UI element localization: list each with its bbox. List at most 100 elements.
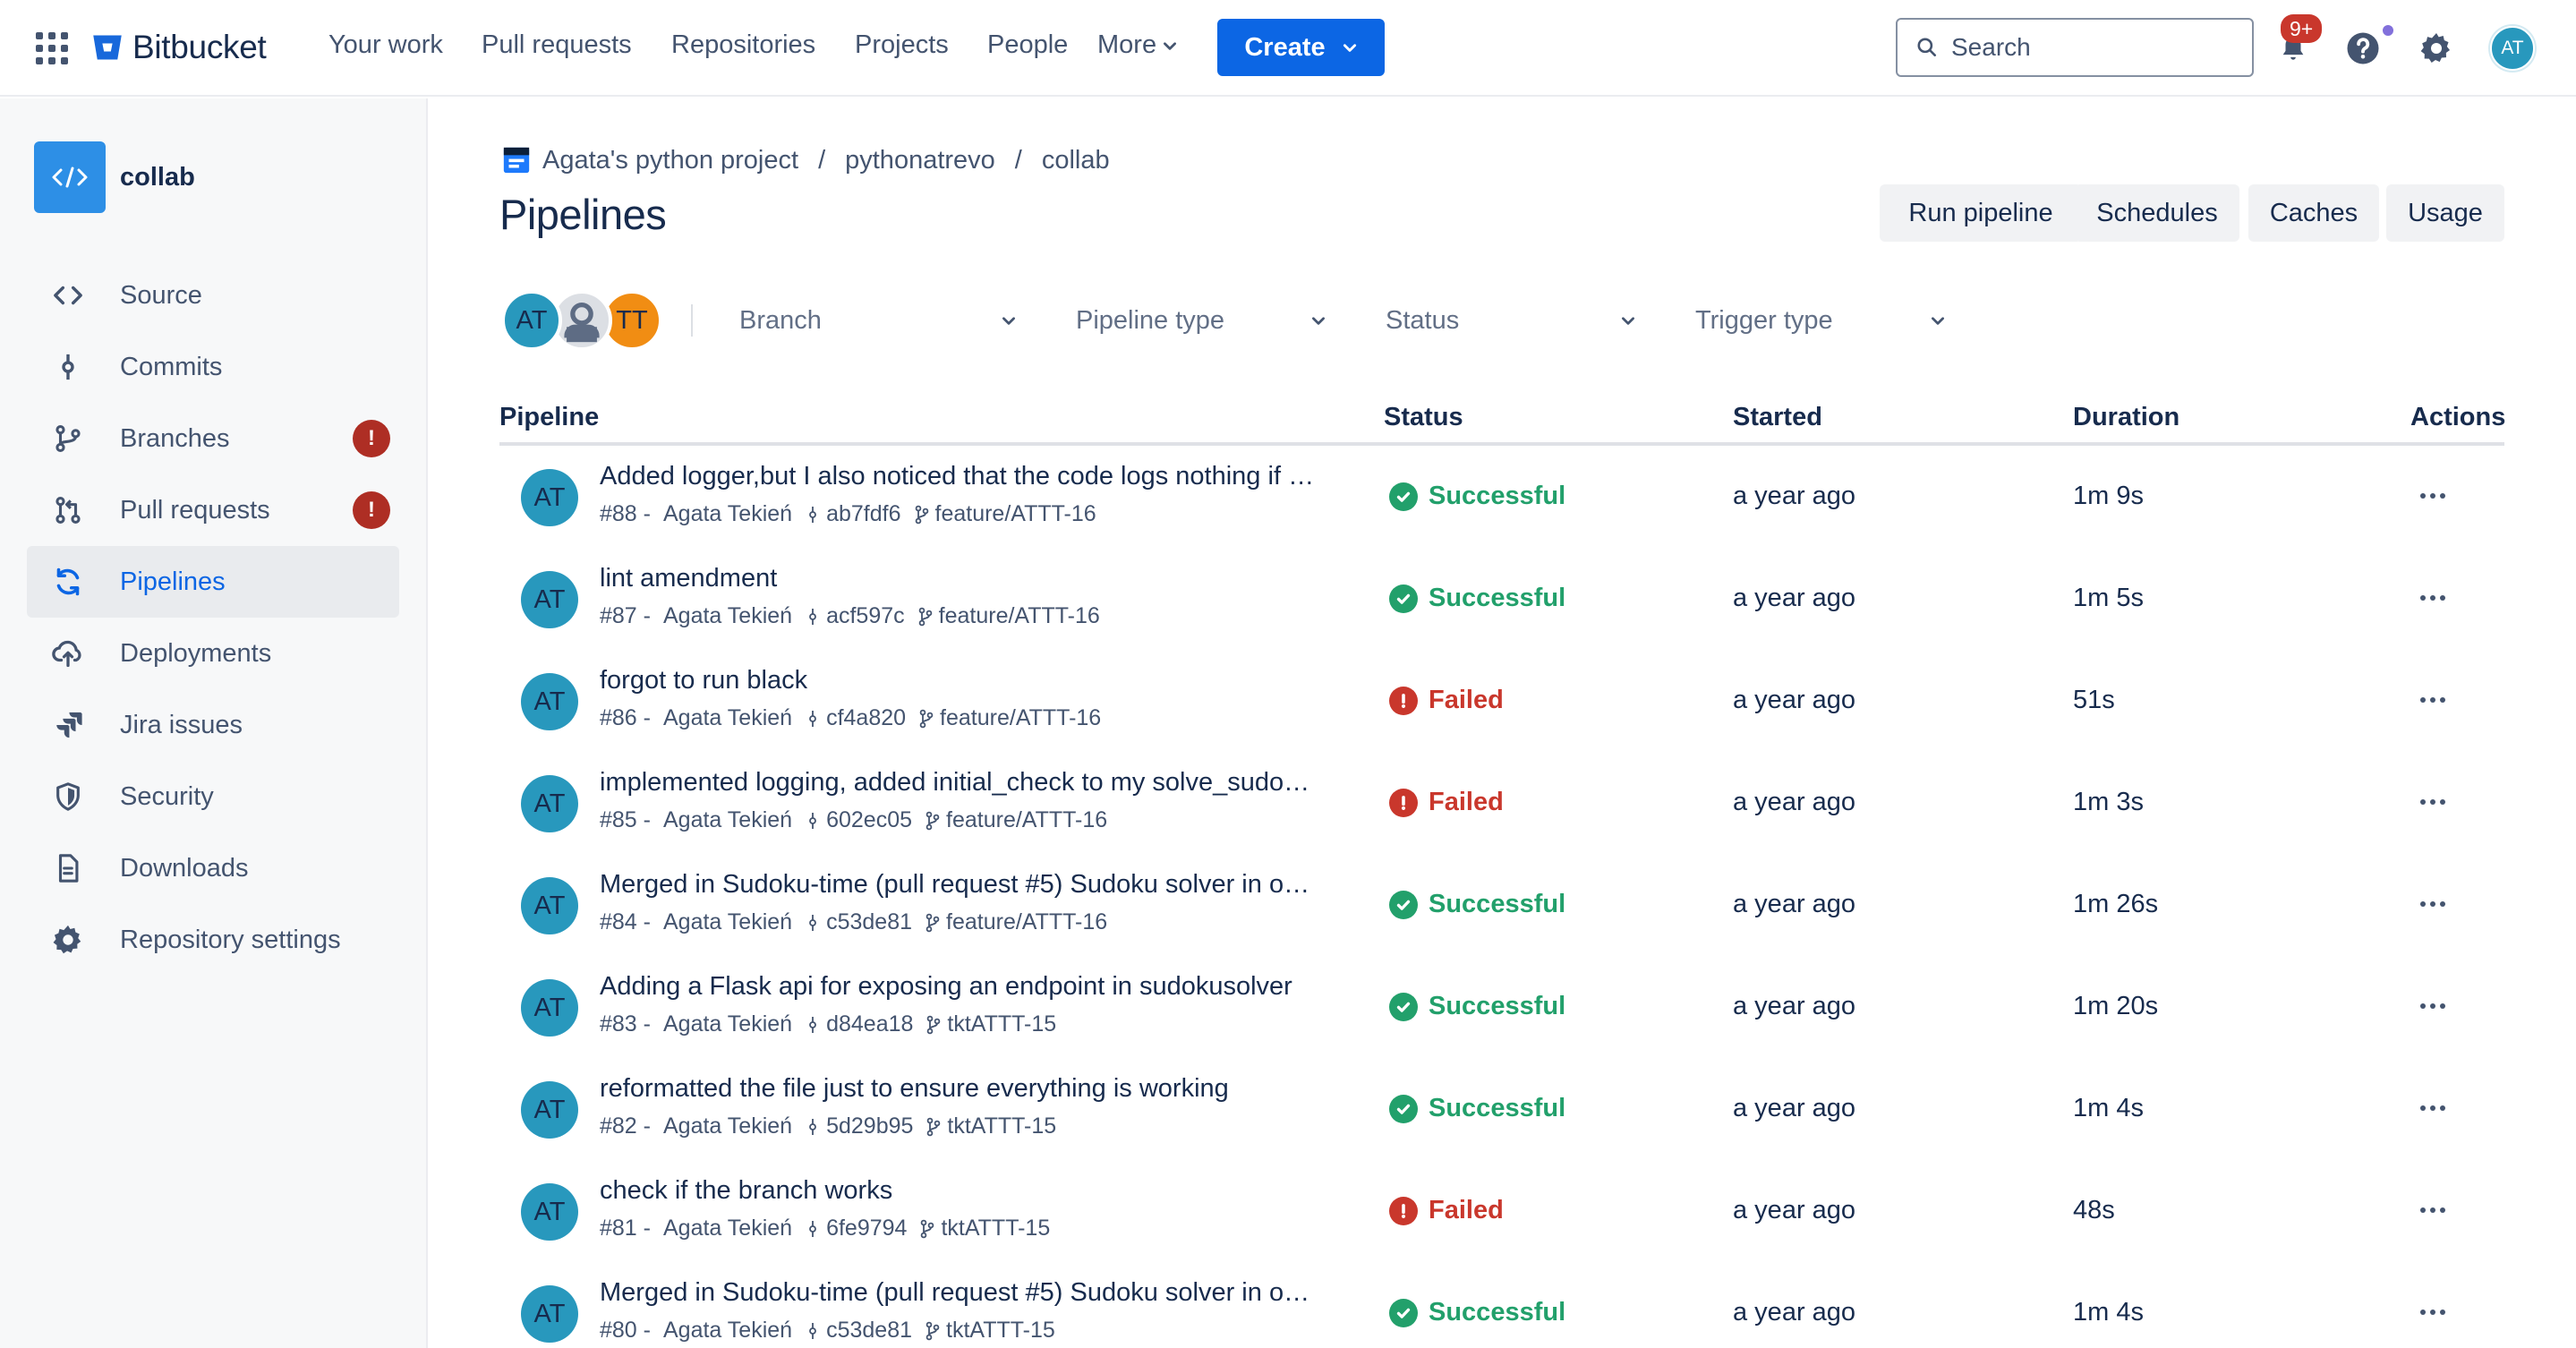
branch-name-link[interactable]: tktATTT-15 [941, 1216, 1050, 1241]
nav-projects[interactable]: Projects [855, 30, 949, 60]
table-row[interactable]: AT Added logger,but I also noticed that t… [499, 446, 2504, 548]
sidebar-item-pull-requests[interactable]: Pull requests ! [27, 474, 399, 546]
sidebar-item-pipelines[interactable]: Pipelines [27, 546, 399, 618]
commit-hash-link[interactable]: cf4a820 [826, 705, 906, 731]
search-input[interactable] [1951, 33, 2238, 62]
breadcrumb-project[interactable]: Agata's python project [542, 146, 798, 175]
branch-name-link[interactable]: tktATTT-15 [947, 1113, 1056, 1139]
page-title: Pipelines [499, 191, 667, 238]
run-pipeline-button[interactable]: Run pipeline [1880, 184, 2082, 242]
pipeline-title-link[interactable]: forgot to run black [600, 666, 1316, 695]
sidebar-item-repository-settings[interactable]: Repository settings [27, 904, 399, 976]
pipeline-number[interactable]: #87 - [600, 603, 651, 629]
branch-name-link[interactable]: tktATTT-15 [946, 1318, 1055, 1344]
branch-icon [915, 505, 928, 524]
commit-hash-link[interactable]: ab7fdf6 [826, 501, 900, 527]
pipeline-title-link[interactable]: Merged in Sudoku-time (pull request #5) … [600, 870, 1316, 900]
table-row[interactable]: AT Merged in Sudoku-time (pull request #5… [499, 1262, 2504, 1348]
table-row[interactable]: AT Merged in Sudoku-time (pull request #5… [499, 854, 2504, 956]
table-row[interactable]: AT Adding a Flask api for exposing an end… [499, 956, 2504, 1058]
breadcrumb-workspace[interactable]: pythonatrevo [845, 146, 995, 175]
pipeline-title-link[interactable]: Added logger,but I also noticed that the… [600, 462, 1316, 491]
caches-button[interactable]: Caches [2248, 184, 2379, 242]
commit-hash-link[interactable]: 6fe9794 [826, 1216, 907, 1241]
branch-icon [921, 1219, 934, 1238]
pipeline-number[interactable]: #81 - [600, 1216, 651, 1241]
table-row[interactable]: AT lint amendment #87 - Agata Tekień acf597c… [499, 548, 2504, 650]
commit-hash-link[interactable]: d84ea18 [826, 1011, 913, 1037]
nav-more-dropdown[interactable]: More [1097, 30, 1178, 60]
breadcrumb-repository[interactable]: collab [1042, 146, 1110, 175]
more-actions-icon[interactable] [2413, 884, 2452, 924]
branch-name-link[interactable]: feature/ATTT-16 [935, 501, 1096, 527]
pipeline-number[interactable]: #82 - [600, 1113, 651, 1139]
search-box[interactable] [1896, 18, 2254, 77]
branch-icon [50, 421, 86, 456]
bitbucket-icon [93, 35, 122, 60]
sidebar-item-jira-issues[interactable]: Jira issues [27, 689, 399, 761]
pipeline-number[interactable]: #85 - [600, 807, 651, 833]
pipeline-title-link[interactable]: Merged in Sudoku-time (pull request #5) … [600, 1278, 1316, 1308]
table-row[interactable]: AT forgot to run black #86 - Agata Tekień cf… [499, 650, 2504, 752]
pipeline-type-filter-dropdown[interactable]: Pipeline type [1076, 297, 1326, 344]
sidebar-item-branches[interactable]: Branches ! [27, 403, 399, 474]
commit-hash-link[interactable]: c53de81 [826, 1318, 912, 1344]
commit-hash-link[interactable]: 602ec05 [826, 807, 912, 833]
usage-button[interactable]: Usage [2386, 184, 2504, 242]
more-actions-icon[interactable] [2413, 1190, 2452, 1230]
pipeline-number[interactable]: #80 - [600, 1318, 651, 1344]
table-row[interactable]: AT reformatted the file just to ensure ev… [499, 1058, 2504, 1160]
sidebar-item-source[interactable]: Source [27, 260, 399, 331]
pipeline-title-link[interactable]: lint amendment [600, 564, 1316, 593]
more-actions-icon[interactable] [2413, 1293, 2452, 1332]
more-actions-icon[interactable] [2413, 986, 2452, 1026]
more-actions-icon[interactable] [2413, 1088, 2452, 1128]
branch-filter-dropdown[interactable]: Branch [739, 297, 1017, 344]
pipeline-title-link[interactable]: reformatted the file just to ensure ever… [600, 1074, 1316, 1104]
commit-hash-link[interactable]: c53de81 [826, 909, 912, 935]
branch-icon [919, 709, 934, 728]
table-row[interactable]: AT check if the branch works #81 - Agata Te… [499, 1160, 2504, 1262]
more-actions-icon[interactable] [2413, 782, 2452, 822]
sidebar-item-security[interactable]: Security [27, 761, 399, 832]
repo-header[interactable]: collab [34, 141, 195, 213]
sidebar-item-label: Source [120, 280, 202, 310]
branch-name-link[interactable]: feature/ATTT-16 [939, 603, 1100, 629]
table-row[interactable]: AT implemented logging, added initial_che… [499, 752, 2504, 854]
schedules-button[interactable]: Schedules [2075, 184, 2239, 242]
filter-avatar-at[interactable]: AT [501, 290, 562, 351]
nav-people[interactable]: People [987, 30, 1068, 60]
help-icon[interactable] [2340, 25, 2386, 72]
trigger-type-filter-dropdown[interactable]: Trigger type [1695, 297, 1946, 344]
pipeline-number[interactable]: #83 - [600, 1011, 651, 1037]
pipeline-number[interactable]: #84 - [600, 909, 651, 935]
nav-pull-requests[interactable]: Pull requests [482, 30, 632, 60]
sidebar-item-commits[interactable]: Commits [27, 331, 399, 403]
branch-name-link[interactable]: feature/ATTT-16 [940, 705, 1101, 731]
more-actions-icon[interactable] [2413, 476, 2452, 516]
commit-hash-link[interactable]: acf597c [826, 603, 905, 629]
create-button[interactable]: Create [1217, 19, 1385, 76]
author-avatar: AT [521, 673, 578, 730]
settings-gear-icon[interactable] [2413, 25, 2460, 72]
sidebar-item-downloads[interactable]: Downloads [27, 832, 399, 904]
more-actions-icon[interactable] [2413, 680, 2452, 720]
pipeline-title-link[interactable]: implemented logging, added initial_check… [600, 768, 1316, 798]
nav-repositories[interactable]: Repositories [671, 30, 815, 60]
commit-hash-link[interactable]: 5d29b95 [826, 1113, 913, 1139]
branch-name-link[interactable]: feature/ATTT-16 [946, 807, 1107, 833]
bitbucket-logo[interactable]: Bitbucket [91, 27, 267, 68]
user-avatar[interactable]: AT [2490, 26, 2535, 71]
sidebar-item-deployments[interactable]: Deployments [27, 618, 399, 689]
pipeline-title-link[interactable]: check if the branch works [600, 1176, 1316, 1206]
branch-name-link[interactable]: feature/ATTT-16 [946, 909, 1107, 935]
nav-your-work[interactable]: Your work [328, 30, 443, 60]
pipeline-number[interactable]: #86 - [600, 705, 651, 731]
app-switcher-icon[interactable] [36, 32, 68, 64]
branch-name-link[interactable]: tktATTT-15 [947, 1011, 1056, 1037]
pipeline-title-link[interactable]: Adding a Flask api for exposing an endpo… [600, 972, 1316, 1002]
more-actions-icon[interactable] [2413, 578, 2452, 618]
status-filter-dropdown[interactable]: Status [1386, 297, 1636, 344]
commit-icon [809, 506, 816, 523]
pipeline-number[interactable]: #88 - [600, 501, 651, 527]
